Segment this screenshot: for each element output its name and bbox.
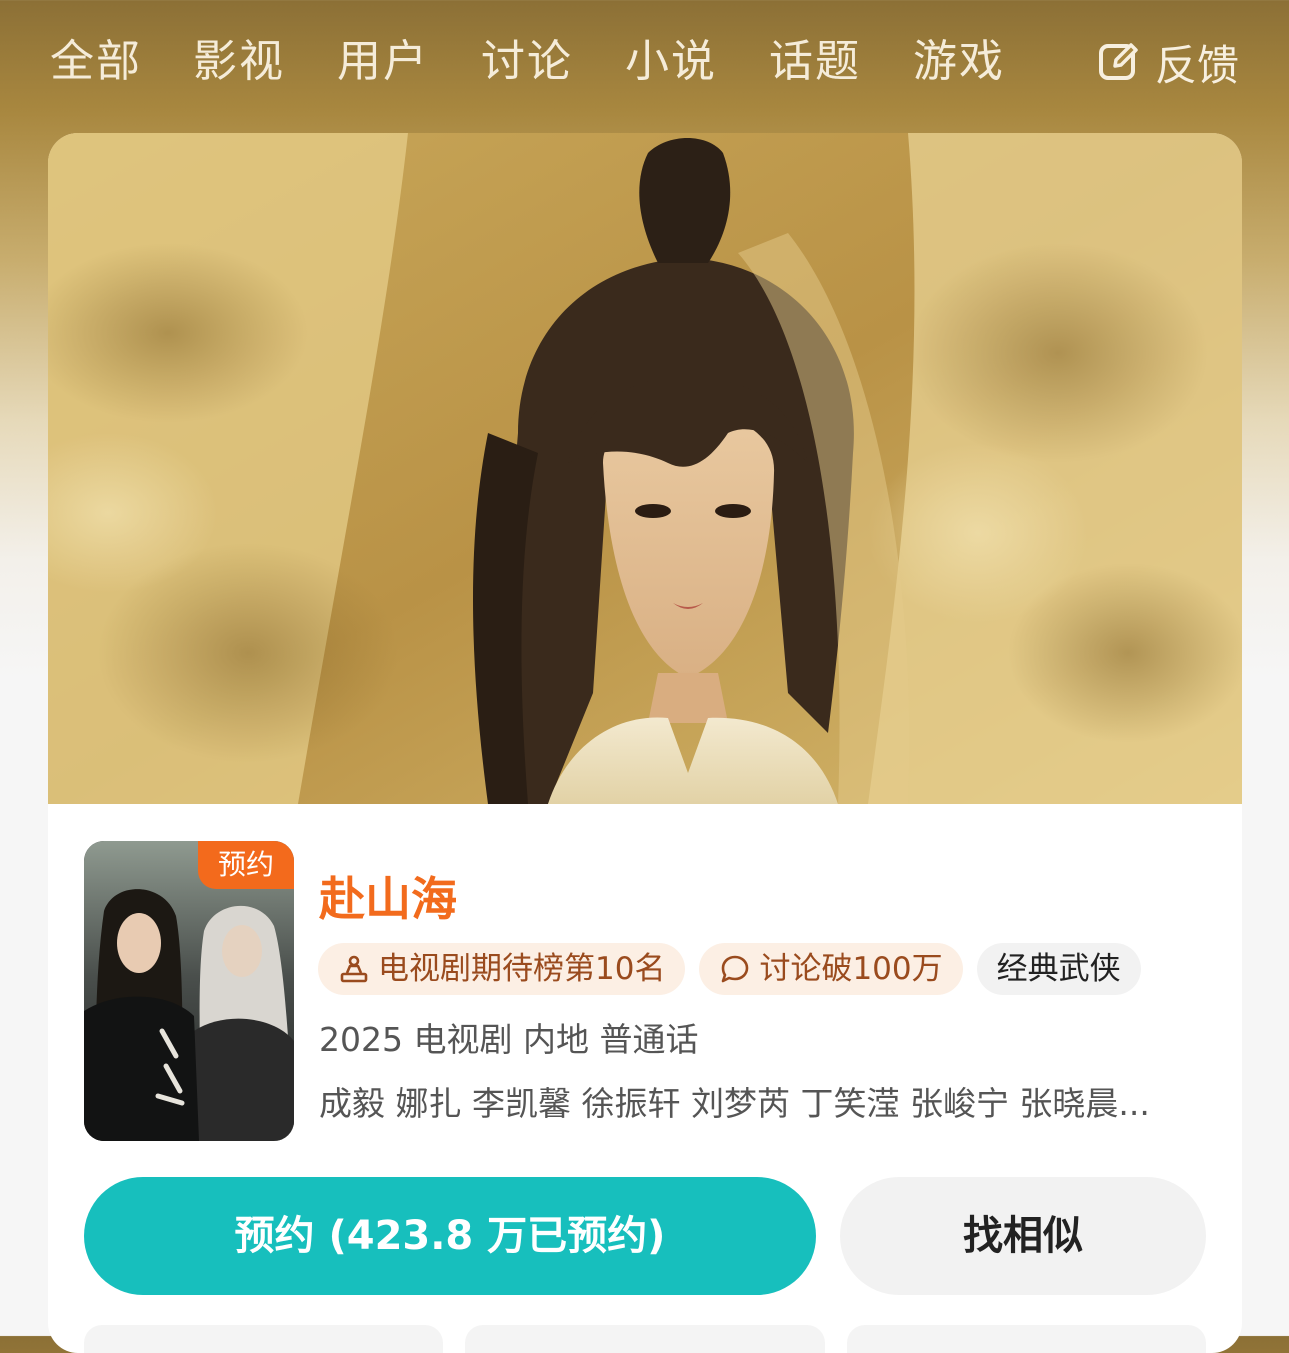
drama-title[interactable]: 赴山海	[319, 863, 457, 929]
comment-icon	[722, 955, 749, 983]
drama-meta: 2025 电视剧 内地 普通话	[319, 1020, 699, 1059]
ranking-tag-label: 电视剧期待榜第10名	[378, 951, 666, 987]
drama-cast[interactable]: 成毅 娜扎 李凯馨 徐振轩 刘梦芮 丁笑滢 张峻宁 张晓晨...	[319, 1077, 1209, 1125]
tab-all[interactable]: 全部	[50, 30, 142, 94]
tab-novels[interactable]: 小说	[625, 30, 717, 94]
discussion-tag[interactable]: 讨论破100万	[699, 943, 963, 995]
find-similar-button[interactable]: 找相似	[840, 1177, 1206, 1295]
reserve-badge: 预约	[198, 841, 294, 889]
reserve-button[interactable]: 预约 (423.8 万已预约)	[84, 1177, 816, 1295]
drama-poster[interactable]: 预约	[84, 841, 294, 1141]
peek-tile	[465, 1325, 825, 1353]
tab-film-tv[interactable]: 影视	[193, 30, 285, 94]
peek-tile	[84, 1325, 444, 1353]
edit-icon	[1098, 43, 1138, 80]
tab-games[interactable]: 游戏	[913, 30, 1005, 94]
tab-topics[interactable]: 话题	[769, 30, 861, 94]
discussion-tag-label: 讨论破100万	[759, 951, 943, 987]
ranking-tag[interactable]: 电视剧期待榜第10名	[318, 943, 686, 995]
tag-row: 电视剧期待榜第10名 讨论破100万 经典武侠	[318, 943, 1141, 995]
search-category-tabs: 全部 影视 用户 讨论 小说 话题 游戏 反馈	[0, 0, 1289, 128]
next-section-peek	[84, 1325, 1206, 1353]
genre-tag[interactable]: 经典武侠	[976, 943, 1141, 995]
hero-image[interactable]	[48, 133, 1242, 804]
tab-discussions[interactable]: 讨论	[481, 30, 573, 94]
drama-result-card[interactable]: 预约 赴山海 电视剧期待榜第10名 讨论破100万 经典武侠 2025 电视剧 …	[48, 133, 1242, 1353]
feedback-label: 反馈	[1154, 40, 1239, 90]
peek-tile	[846, 1325, 1206, 1353]
feedback-button[interactable]: 反馈	[1097, 30, 1239, 94]
ranking-icon	[340, 955, 368, 983]
tab-users[interactable]: 用户	[337, 30, 429, 94]
